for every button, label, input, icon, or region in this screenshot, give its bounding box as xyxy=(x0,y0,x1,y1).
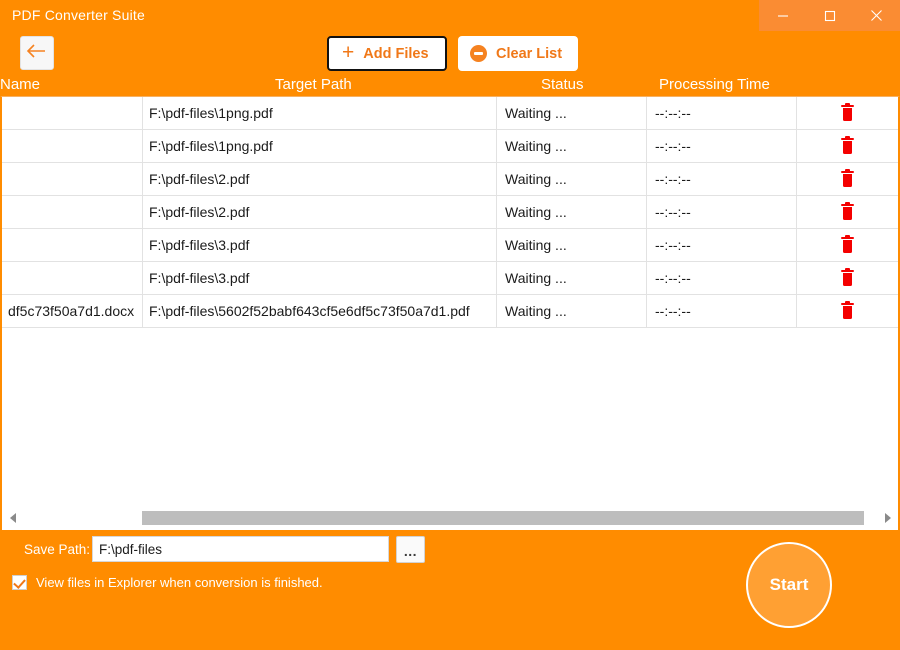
back-button[interactable] xyxy=(20,36,54,70)
cell-processing-time: --:--:-- xyxy=(647,163,797,195)
trash-icon xyxy=(841,303,854,319)
column-header-target-path[interactable]: Target Path xyxy=(275,76,352,93)
trash-icon xyxy=(841,237,854,253)
cell-processing-time: --:--:-- xyxy=(647,196,797,228)
cell-processing-time: --:--:-- xyxy=(647,295,797,327)
start-button[interactable]: Start xyxy=(746,542,832,628)
column-header-processing-time[interactable]: Processing Time xyxy=(659,76,770,93)
scroll-left-button[interactable] xyxy=(4,505,21,530)
delete-row-button[interactable] xyxy=(797,196,898,228)
cell-target-path: F:\pdf-files\2.pdf xyxy=(143,196,497,228)
back-arrow-icon xyxy=(26,43,48,64)
column-header-status[interactable]: Status xyxy=(541,76,584,93)
cell-status: Waiting ... xyxy=(497,229,647,261)
column-header-name[interactable]: Name xyxy=(0,76,40,93)
delete-row-button[interactable] xyxy=(797,97,898,129)
trash-icon xyxy=(841,171,854,187)
cell-name xyxy=(2,229,143,261)
pdf-converter-window: PDF Converter Suite xyxy=(0,0,900,650)
plus-icon: + xyxy=(342,42,354,63)
arrow-right-icon xyxy=(885,513,891,523)
title-bar: PDF Converter Suite xyxy=(0,0,900,32)
cell-status: Waiting ... xyxy=(497,295,647,327)
trash-icon xyxy=(841,105,854,121)
cell-target-path: F:\pdf-files\5602f52babf643cf5e6df5c73f5… xyxy=(143,295,497,327)
cell-target-path: F:\pdf-files\3.pdf xyxy=(143,229,497,261)
table-row[interactable]: F:\pdf-files\1png.pdfWaiting ...--:--:-- xyxy=(2,97,898,130)
cell-name xyxy=(2,163,143,195)
view-in-explorer-row[interactable]: View files in Explorer when conversion i… xyxy=(12,575,323,590)
cell-name xyxy=(2,196,143,228)
window-title: PDF Converter Suite xyxy=(12,7,145,23)
view-in-explorer-label: View files in Explorer when conversion i… xyxy=(36,575,323,590)
table-row[interactable]: F:\pdf-files\1png.pdfWaiting ...--:--:-- xyxy=(2,130,898,163)
minus-circle-icon xyxy=(470,45,487,62)
horizontal-scrollbar[interactable] xyxy=(0,505,900,530)
cell-processing-time: --:--:-- xyxy=(647,229,797,261)
cell-name xyxy=(2,130,143,162)
scroll-right-button[interactable] xyxy=(879,505,896,530)
table-row[interactable]: F:\pdf-files\2.pdfWaiting ...--:--:-- xyxy=(2,163,898,196)
add-files-button[interactable]: + Add Files xyxy=(327,36,447,71)
table-row[interactable]: df5c73f50a7d1.docxF:\pdf-files\5602f52ba… xyxy=(2,295,898,328)
table-row[interactable]: F:\pdf-files\3.pdfWaiting ...--:--:-- xyxy=(2,229,898,262)
table-row[interactable]: F:\pdf-files\3.pdfWaiting ...--:--:-- xyxy=(2,262,898,295)
cell-status: Waiting ... xyxy=(497,163,647,195)
toolbar: + Add Files Clear List xyxy=(0,32,900,76)
view-in-explorer-checkbox[interactable] xyxy=(12,575,27,590)
cell-target-path: F:\pdf-files\2.pdf xyxy=(143,163,497,195)
file-list-table: F:\pdf-files\1png.pdfWaiting ...--:--:--… xyxy=(0,96,900,505)
cell-target-path: F:\pdf-files\1png.pdf xyxy=(143,130,497,162)
delete-row-button[interactable] xyxy=(797,295,898,327)
cell-name xyxy=(2,97,143,129)
delete-row-button[interactable] xyxy=(797,262,898,294)
save-path-input[interactable] xyxy=(92,536,389,562)
browse-button[interactable]: ... xyxy=(396,536,425,563)
cell-name: df5c73f50a7d1.docx xyxy=(2,295,143,327)
close-button[interactable] xyxy=(853,0,900,31)
delete-row-button[interactable] xyxy=(797,229,898,261)
cell-status: Waiting ... xyxy=(497,262,647,294)
cell-processing-time: --:--:-- xyxy=(647,130,797,162)
column-headers: Name Target Path Status Processing Time xyxy=(0,76,900,96)
minimize-button[interactable] xyxy=(759,0,806,31)
maximize-icon xyxy=(824,10,836,22)
cell-status: Waiting ... xyxy=(497,196,647,228)
delete-row-button[interactable] xyxy=(797,163,898,195)
start-button-label: Start xyxy=(770,575,809,595)
save-path-label: Save Path: xyxy=(24,542,90,557)
cell-target-path: F:\pdf-files\1png.pdf xyxy=(143,97,497,129)
cell-processing-time: --:--:-- xyxy=(647,97,797,129)
cell-processing-time: --:--:-- xyxy=(647,262,797,294)
trash-icon xyxy=(841,270,854,286)
close-icon xyxy=(870,9,883,22)
window-controls xyxy=(759,0,900,31)
trash-icon xyxy=(841,204,854,220)
arrow-left-icon xyxy=(10,513,16,523)
table-row[interactable]: F:\pdf-files\2.pdfWaiting ...--:--:-- xyxy=(2,196,898,229)
trash-icon xyxy=(841,138,854,154)
minimize-icon xyxy=(777,10,789,22)
delete-row-button[interactable] xyxy=(797,130,898,162)
footer-panel: Save Path: ... View files in Explorer wh… xyxy=(0,530,900,650)
maximize-button[interactable] xyxy=(806,0,853,31)
cell-status: Waiting ... xyxy=(497,97,647,129)
cell-status: Waiting ... xyxy=(497,130,647,162)
clear-list-button[interactable]: Clear List xyxy=(458,36,578,71)
add-files-label: Add Files xyxy=(363,46,428,62)
scrollbar-thumb[interactable] xyxy=(142,511,864,525)
cell-name xyxy=(2,262,143,294)
clear-list-label: Clear List xyxy=(496,46,562,62)
cell-target-path: F:\pdf-files\3.pdf xyxy=(143,262,497,294)
